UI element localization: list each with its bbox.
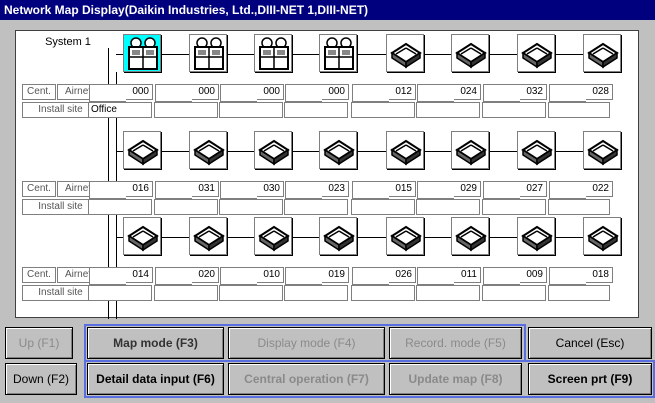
install-site-field[interactable]	[548, 102, 610, 118]
unit-address: 000	[285, 84, 349, 102]
cassette-unit-icon[interactable]	[386, 131, 424, 169]
unit-address: 009	[483, 267, 547, 285]
unit-address: 026	[352, 267, 416, 285]
cassette-unit-icon[interactable]	[386, 217, 424, 255]
up-button[interactable]: Up (F1)	[5, 327, 73, 359]
unit-address: 029	[417, 181, 481, 199]
install-site-field[interactable]	[351, 285, 415, 301]
window-title: Network Map Display(Daikin Industries, L…	[0, 0, 655, 20]
install-site-field[interactable]	[351, 199, 415, 215]
outdoor-unit-icon[interactable]	[189, 34, 227, 72]
install-site-field[interactable]	[416, 199, 480, 215]
cassette-unit-icon[interactable]	[319, 131, 357, 169]
install-site-field[interactable]	[284, 199, 348, 215]
install-site-field[interactable]: Office	[88, 102, 152, 118]
cassette-unit-icon[interactable]	[517, 217, 555, 255]
install-site-field[interactable]	[219, 285, 283, 301]
cassette-unit-icon[interactable]	[517, 34, 555, 72]
cent-label: Cent.	[22, 84, 56, 100]
cassette-unit-icon[interactable]	[517, 131, 555, 169]
install-site-field[interactable]	[154, 285, 218, 301]
network-map-panel: System 1 Cent. Airnet Install site 000 Offic…	[15, 30, 639, 319]
unit-address: 016	[89, 181, 153, 199]
install-site-field[interactable]	[416, 102, 480, 118]
network-map-window: { "window": { "title": "Network Map Disp…	[0, 0, 655, 403]
mode-button-group	[84, 324, 526, 362]
install-site-field[interactable]	[284, 285, 348, 301]
unit-address: 020	[155, 267, 219, 285]
install-site-field[interactable]	[351, 102, 415, 118]
cancel-button[interactable]: Cancel (Esc)	[528, 327, 652, 359]
install-site-field[interactable]	[482, 199, 546, 215]
cassette-unit-icon[interactable]	[451, 34, 489, 72]
cassette-unit-icon[interactable]	[319, 217, 357, 255]
install-site-field[interactable]	[154, 199, 218, 215]
cassette-unit-icon[interactable]	[254, 131, 292, 169]
unit-address: 011	[417, 267, 481, 285]
unit-address: 000	[220, 84, 284, 102]
install-site-field[interactable]	[284, 102, 348, 118]
unit-address: 000	[155, 84, 219, 102]
install-site-field[interactable]	[548, 285, 610, 301]
install-site-field[interactable]	[482, 285, 546, 301]
cassette-unit-icon[interactable]	[123, 217, 161, 255]
cassette-unit-icon[interactable]	[451, 131, 489, 169]
unit-address: 031	[155, 181, 219, 199]
unit-address: 018	[549, 267, 613, 285]
outdoor-unit-icon[interactable]	[319, 34, 357, 72]
unit-address: 014	[89, 267, 153, 285]
cassette-unit-icon[interactable]	[189, 217, 227, 255]
cent-label: Cent.	[22, 181, 56, 197]
unit-address: 022	[549, 181, 613, 199]
install-site-field[interactable]	[416, 285, 480, 301]
cassette-unit-icon[interactable]	[451, 217, 489, 255]
unit-address: 000	[89, 84, 153, 102]
unit-address: 023	[285, 181, 349, 199]
cassette-unit-icon[interactable]	[583, 131, 621, 169]
unit-address: 015	[352, 181, 416, 199]
unit-address: 012	[352, 84, 416, 102]
install-site-field[interactable]	[482, 102, 546, 118]
install-site-field[interactable]	[88, 285, 152, 301]
cassette-unit-icon[interactable]	[583, 34, 621, 72]
cent-label: Cent.	[22, 267, 56, 283]
system-label: System 1	[45, 36, 91, 48]
unit-address: 019	[285, 267, 349, 285]
unit-address: 028	[549, 84, 613, 102]
install-site-field[interactable]	[219, 102, 283, 118]
outdoor-unit-icon[interactable]	[123, 34, 161, 72]
unit-address: 027	[483, 181, 547, 199]
unit-address: 030	[220, 181, 284, 199]
unit-address: 024	[417, 84, 481, 102]
outdoor-unit-icon[interactable]	[254, 34, 292, 72]
unit-address: 032	[483, 84, 547, 102]
cassette-unit-icon[interactable]	[123, 131, 161, 169]
cassette-unit-icon[interactable]	[386, 34, 424, 72]
cassette-unit-icon[interactable]	[189, 131, 227, 169]
install-site-field[interactable]	[219, 199, 283, 215]
install-site-field[interactable]	[548, 199, 610, 215]
cassette-unit-icon[interactable]	[583, 217, 621, 255]
cassette-unit-icon[interactable]	[254, 217, 292, 255]
down-button[interactable]: Down (F2)	[5, 363, 77, 395]
install-site-field[interactable]	[154, 102, 218, 118]
install-site-field[interactable]	[88, 199, 152, 215]
action-button-group	[84, 360, 655, 398]
unit-address: 010	[220, 267, 284, 285]
